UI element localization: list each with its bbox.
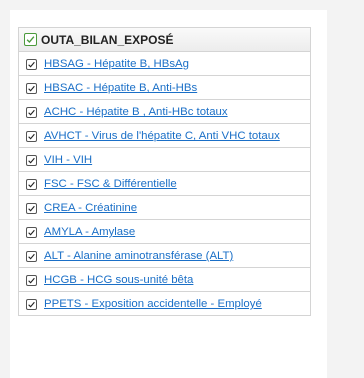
check-icon (28, 301, 35, 308)
item-checkbox[interactable] (26, 299, 37, 310)
check-icon (28, 205, 35, 212)
item-link[interactable]: PPETS - Exposition accidentelle - Employ… (44, 297, 262, 311)
check-icon (28, 133, 35, 140)
list-item: VIH - VIH (19, 148, 310, 172)
item-link[interactable]: FSC - FSC & Différentielle (44, 177, 177, 191)
item-link[interactable]: ALT - Alanine aminotransférase (ALT) (44, 249, 233, 263)
check-icon (28, 253, 35, 260)
check-icon (28, 157, 35, 164)
check-icon (28, 109, 35, 116)
list-item: PPETS - Exposition accidentelle - Employ… (19, 292, 310, 315)
item-checkbox[interactable] (26, 107, 37, 118)
test-panel: OUTA_BILAN_EXPOSÉ HBSAG - Hépatite B, HB… (18, 27, 311, 316)
check-icon (28, 277, 35, 284)
list-item: HCGB - HCG sous-unité bêta (19, 268, 310, 292)
item-checkbox[interactable] (26, 155, 37, 166)
check-icon (28, 229, 35, 236)
item-checkbox[interactable] (26, 83, 37, 94)
item-link[interactable]: AVHCT - Virus de l'hépatite C, Anti VHC … (44, 129, 280, 143)
list-item: CREA - Créatinine (19, 196, 310, 220)
panel-header: OUTA_BILAN_EXPOSÉ (19, 28, 310, 52)
check-icon (28, 61, 35, 68)
item-link[interactable]: ACHC - Hépatite B , Anti-HBc totaux (44, 105, 228, 119)
item-link[interactable]: HBSAG - Hépatite B, HBsAg (44, 57, 189, 71)
list-item: AMYLA - Amylase (19, 220, 310, 244)
page-background-top (0, 0, 364, 10)
item-link[interactable]: CREA - Créatinine (44, 201, 137, 215)
item-checkbox[interactable] (26, 203, 37, 214)
item-link[interactable]: HBSAC - Hépatite B, Anti-HBs (44, 81, 197, 95)
page-background-left (0, 0, 10, 378)
item-link[interactable]: VIH - VIH (44, 153, 92, 167)
list-item: AVHCT - Virus de l'hépatite C, Anti VHC … (19, 124, 310, 148)
select-all-checkbox[interactable] (24, 33, 37, 46)
check-icon (26, 36, 35, 44)
item-link[interactable]: HCGB - HCG sous-unité bêta (44, 273, 193, 287)
check-icon (28, 85, 35, 92)
panel-title: OUTA_BILAN_EXPOSÉ (41, 32, 174, 47)
item-checkbox[interactable] (26, 251, 37, 262)
list-item: HBSAC - Hépatite B, Anti-HBs (19, 76, 310, 100)
item-checkbox[interactable] (26, 227, 37, 238)
page-background-right (327, 0, 364, 378)
check-icon (28, 181, 35, 188)
list-item: HBSAG - Hépatite B, HBsAg (19, 52, 310, 76)
list-item: ALT - Alanine aminotransférase (ALT) (19, 244, 310, 268)
item-checkbox[interactable] (26, 59, 37, 70)
item-checkbox[interactable] (26, 275, 37, 286)
item-checkbox[interactable] (26, 179, 37, 190)
list-item: ACHC - Hépatite B , Anti-HBc totaux (19, 100, 310, 124)
item-link[interactable]: AMYLA - Amylase (44, 225, 135, 239)
item-checkbox[interactable] (26, 131, 37, 142)
list-item: FSC - FSC & Différentielle (19, 172, 310, 196)
